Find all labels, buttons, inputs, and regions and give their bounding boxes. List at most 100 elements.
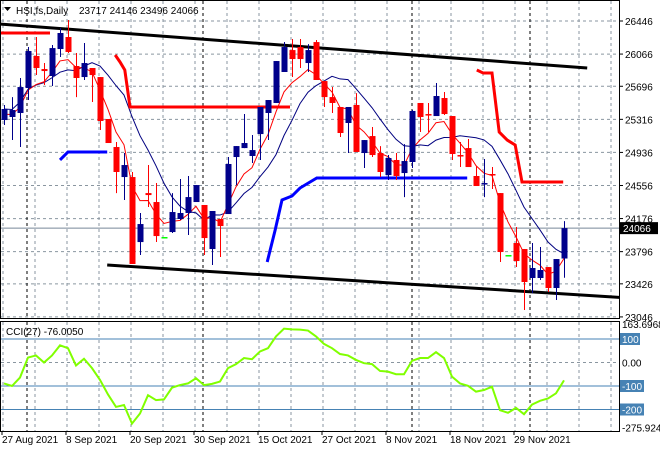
candle[interactable] [465, 139, 472, 168]
candle-body [209, 210, 216, 250]
candle[interactable] [297, 39, 304, 68]
candle[interactable] [545, 267, 552, 293]
candle[interactable] [9, 97, 16, 141]
candle-body [289, 50, 296, 60]
candle-body [81, 63, 88, 78]
candle[interactable] [273, 61, 280, 103]
candle-body [97, 77, 104, 121]
candle-body [49, 48, 56, 77]
candle[interactable] [193, 185, 200, 203]
cci-tick-label: 0.00 [622, 359, 642, 370]
candle[interactable] [249, 135, 256, 164]
candle-body [137, 224, 144, 243]
candle[interactable] [321, 81, 328, 107]
candle[interactable] [449, 116, 456, 160]
candle[interactable] [401, 144, 408, 198]
candle-body [121, 165, 128, 178]
candle[interactable] [137, 212, 144, 256]
candle[interactable] [1, 104, 8, 126]
candle[interactable] [33, 37, 40, 76]
candle-body [409, 110, 416, 162]
date-label: 8 Sep 2021 [66, 435, 118, 446]
cci-tick-label: -200 [622, 406, 642, 417]
candle[interactable] [265, 100, 272, 141]
date-label: 27 Oct 2021 [322, 435, 377, 446]
candle[interactable] [433, 83, 440, 117]
candle[interactable] [185, 176, 192, 236]
price-tick-label: 23796 [625, 248, 653, 259]
candle[interactable] [481, 159, 488, 198]
candle[interactable] [441, 92, 448, 115]
candle[interactable] [561, 221, 568, 278]
candle[interactable] [369, 127, 376, 158]
triangle-down-icon[interactable] [4, 7, 11, 11]
candle[interactable] [73, 53, 80, 98]
candle[interactable] [169, 193, 176, 234]
trading-chart[interactable]: 2644626066256962531624936245562417623796… [0, 0, 660, 450]
date-label: 15 Oct 2021 [258, 435, 313, 446]
candle-body [169, 212, 176, 233]
price-tick-label: 26066 [625, 50, 653, 61]
candle[interactable] [89, 67, 96, 103]
candle[interactable] [233, 146, 240, 186]
candle[interactable] [417, 102, 424, 133]
candle[interactable] [153, 183, 160, 243]
candle[interactable] [225, 157, 232, 215]
candle[interactable] [521, 249, 528, 311]
candle[interactable] [105, 118, 112, 144]
candle-body [417, 102, 424, 117]
resistance-step-3 [476, 68, 564, 184]
candle-body [57, 33, 64, 50]
candle[interactable] [345, 106, 352, 154]
cci-plot[interactable] [1, 327, 619, 426]
candle[interactable] [201, 204, 208, 256]
candle[interactable] [361, 140, 368, 168]
candle[interactable] [57, 28, 64, 58]
candle[interactable] [409, 110, 416, 168]
candle[interactable] [209, 210, 216, 266]
candle-body [481, 183, 488, 185]
candle[interactable] [81, 43, 88, 81]
candle-body [537, 269, 544, 279]
candle[interactable] [17, 78, 24, 148]
date-label: 30 Sep 2021 [194, 435, 251, 446]
candle-body [385, 157, 392, 176]
candle[interactable] [393, 153, 400, 181]
price-tick-label: 23426 [625, 280, 653, 291]
cci-title: CCI(27) -76.0050 [6, 327, 84, 338]
candle[interactable] [505, 255, 512, 257]
candle-body [377, 153, 384, 173]
date-label: 29 Nov 2021 [514, 435, 571, 446]
candle-body [73, 65, 80, 79]
date-label: 20 Sep 2021 [130, 435, 187, 446]
candle[interactable] [385, 155, 392, 181]
candle-body [33, 55, 40, 68]
candle-body [281, 47, 288, 73]
candle-body [425, 114, 432, 116]
fast-moving-average [3, 59, 565, 276]
chart-header: HSI,fs,Daily 23717 24146 23496 24066 [4, 6, 199, 17]
candle-body [521, 249, 528, 283]
candle-body [273, 61, 280, 103]
candle[interactable] [353, 93, 360, 152]
candle-body [401, 161, 408, 174]
upper-trendline [1, 22, 588, 70]
candle[interactable] [473, 165, 480, 187]
candle-body [241, 143, 248, 149]
candle-body [161, 237, 168, 239]
candle-body [497, 193, 504, 252]
price-plot[interactable] [0, 20, 645, 311]
price-tick-label: 24556 [625, 181, 653, 192]
candle[interactable] [129, 172, 136, 264]
candle[interactable] [49, 45, 56, 87]
candle[interactable] [161, 237, 168, 239]
candle[interactable] [65, 20, 72, 54]
candle[interactable] [313, 40, 320, 81]
candle[interactable] [113, 142, 120, 194]
candle-body [433, 96, 440, 117]
candle[interactable] [497, 193, 504, 262]
candle[interactable] [41, 63, 48, 86]
candle[interactable] [425, 102, 432, 133]
candle[interactable] [337, 106, 344, 138]
candle[interactable] [97, 77, 104, 131]
